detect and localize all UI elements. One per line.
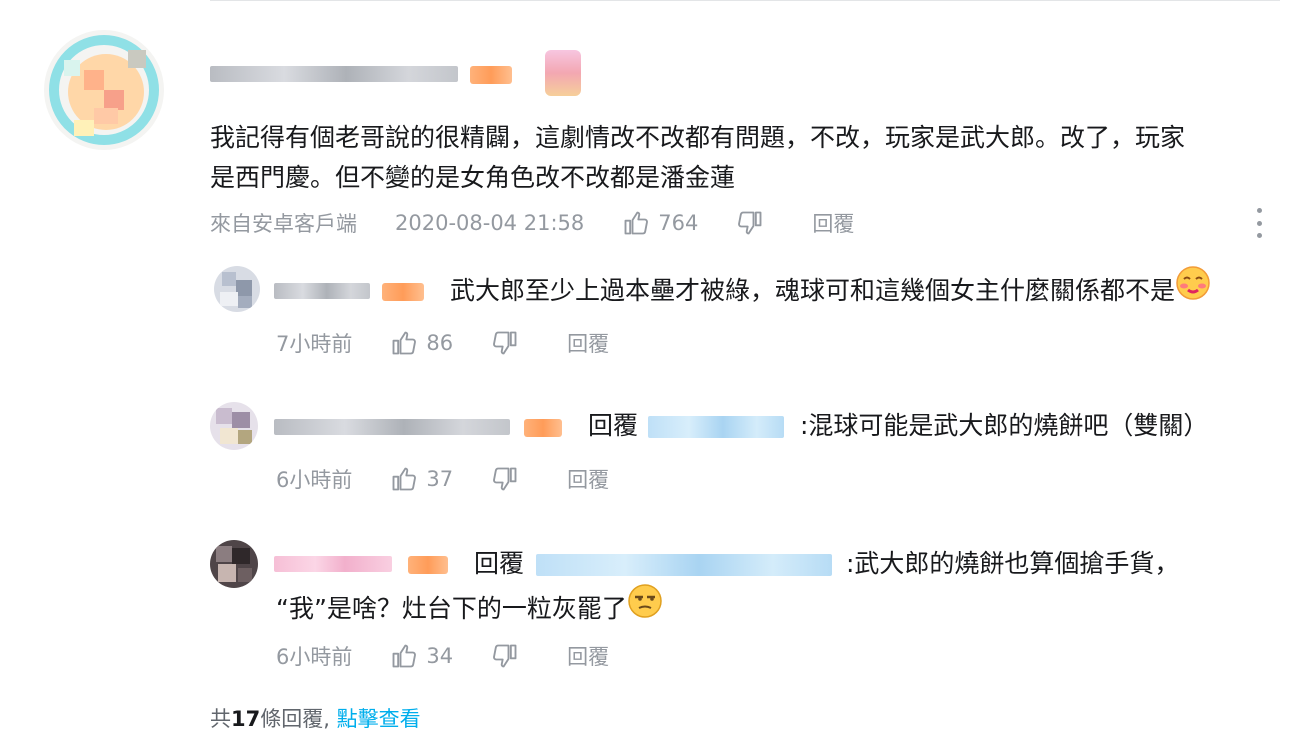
reply-text-line2: “我”是啥？灶台下的一粒灰罷了 bbox=[276, 594, 627, 623]
reply-text-line1: :武大郎的燒餅也算個搶手貨， bbox=[846, 549, 1180, 578]
thumbs-up-icon bbox=[624, 211, 649, 235]
reply-prefix: 回覆 bbox=[474, 549, 525, 578]
comment-meta: 來自安卓客戶端 2020-08-04 21:58 764 回覆 bbox=[210, 206, 854, 240]
level-badge bbox=[408, 556, 448, 574]
like-count: 86 bbox=[426, 331, 454, 355]
reply-meta: 6小時前 34 回覆 bbox=[276, 639, 609, 673]
reply-text-row: 武大郎至少上過本壘才被綠，魂球可和這幾個女主什麼關係都不是 bbox=[450, 265, 1211, 316]
reply-meta: 6小時前 37 回覆 bbox=[276, 462, 609, 496]
like-button[interactable]: 37 bbox=[390, 465, 453, 493]
reply-text: :混球可能是武大郎的燒餅吧（雙關） bbox=[800, 411, 1209, 440]
username[interactable] bbox=[210, 66, 458, 82]
like-count: 764 bbox=[658, 211, 699, 235]
reply-avatar[interactable] bbox=[210, 402, 258, 450]
like-button[interactable]: 86 bbox=[390, 329, 453, 357]
reply-button[interactable]: 回覆 bbox=[567, 328, 609, 358]
thumbs-down-icon bbox=[738, 211, 762, 235]
timestamp: 6小時前 bbox=[276, 645, 353, 669]
more-options-icon[interactable] bbox=[1252, 208, 1266, 238]
timestamp: 7小時前 bbox=[276, 332, 353, 356]
divider bbox=[210, 0, 1280, 1]
reply-username[interactable] bbox=[274, 419, 510, 435]
source-label: 來自安卓客戶端 bbox=[210, 212, 357, 236]
reply-count-suffix: 條回覆, bbox=[260, 707, 330, 731]
reply-button[interactable]: 回覆 bbox=[567, 641, 609, 671]
like-button[interactable]: 764 bbox=[622, 209, 698, 237]
reply-count: 17 bbox=[231, 707, 261, 731]
reply-meta: 7小時前 86 回覆 bbox=[276, 326, 609, 360]
thumbs-down-icon bbox=[493, 644, 517, 668]
reply-avatar[interactable] bbox=[214, 266, 260, 312]
thumbs-down-icon bbox=[493, 467, 517, 491]
thumbs-up-icon bbox=[392, 644, 417, 668]
like-count: 34 bbox=[426, 644, 454, 668]
comment-text-line2: 是西門慶。但不變的是女角色改不改都是潘金蓮 bbox=[210, 163, 736, 192]
thumbs-up-icon bbox=[392, 331, 417, 355]
user-avatar[interactable] bbox=[44, 30, 164, 150]
dislike-button[interactable] bbox=[491, 329, 519, 357]
dislike-button[interactable] bbox=[491, 642, 519, 670]
comment-text-line1: 我記得有個老哥說的很精闢，這劇情改不改都有問題，不改，玩家是武大郎。改了，玩家 bbox=[210, 123, 1186, 152]
mentioned-username[interactable] bbox=[648, 416, 784, 438]
level-badge bbox=[470, 66, 512, 84]
thumbs-down-icon bbox=[493, 331, 517, 355]
reply-count-prefix: 共 bbox=[210, 707, 231, 731]
timestamp: 6小時前 bbox=[276, 468, 353, 492]
view-more-link[interactable]: 點擊查看 bbox=[337, 707, 421, 731]
reply-username[interactable] bbox=[274, 556, 392, 572]
reply-avatar[interactable] bbox=[210, 540, 258, 588]
dislike-button[interactable] bbox=[736, 209, 764, 237]
reply-text: 武大郎至少上過本壘才被綠，魂球可和這幾個女主什麼關係都不是 bbox=[450, 276, 1176, 305]
reply-button[interactable]: 回覆 bbox=[812, 208, 854, 238]
reply-prefix: 回覆 bbox=[588, 411, 639, 440]
timestamp: 2020-08-04 21:58 bbox=[395, 211, 585, 235]
level-badge bbox=[382, 283, 424, 301]
thumbs-up-icon bbox=[392, 467, 417, 491]
reply-username[interactable] bbox=[274, 283, 370, 299]
reply-text-row2: “我”是啥？灶台下的一粒灰罷了 bbox=[276, 583, 663, 634]
mentioned-username[interactable] bbox=[536, 554, 832, 576]
dislike-button[interactable] bbox=[491, 465, 519, 493]
reply-button[interactable]: 回覆 bbox=[567, 464, 609, 494]
blush-face-icon bbox=[1175, 265, 1211, 313]
medal-icon bbox=[545, 50, 581, 96]
view-more-replies: 共17條回覆, 點擊查看 bbox=[210, 703, 421, 733]
like-button[interactable]: 34 bbox=[390, 642, 453, 670]
smirk-face-icon bbox=[627, 583, 663, 631]
like-count: 37 bbox=[426, 467, 454, 491]
level-badge bbox=[524, 419, 562, 437]
